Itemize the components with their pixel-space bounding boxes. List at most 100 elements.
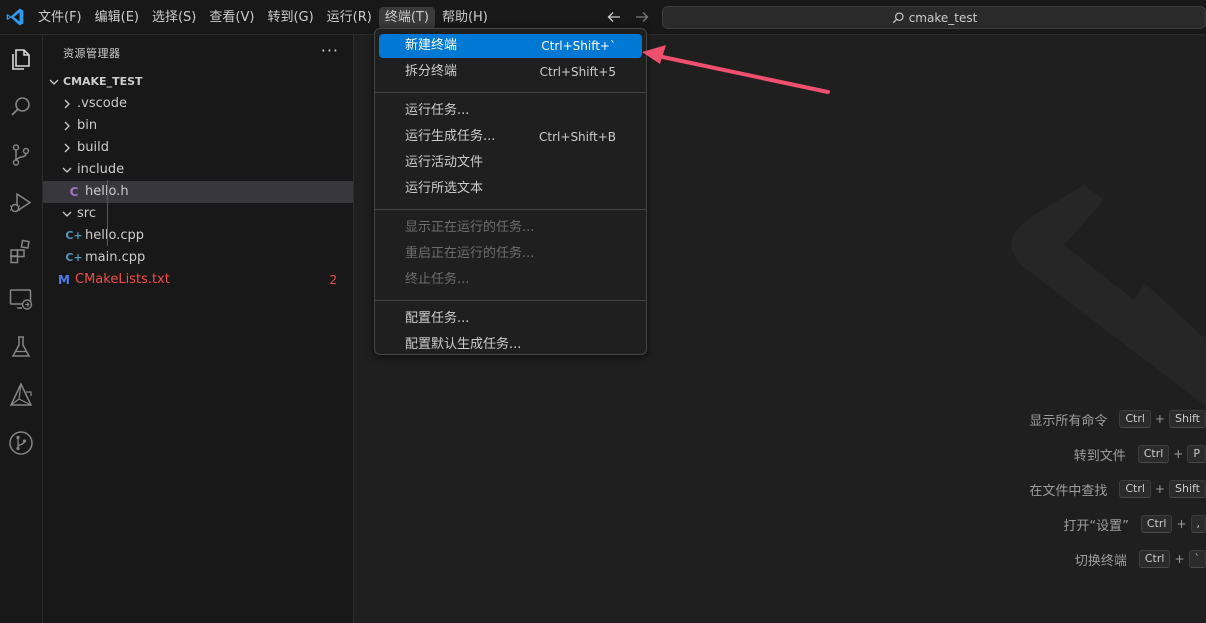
- shortcut-label: 打开“设置”: [1063, 518, 1129, 534]
- menu-item-label: 运行活动文件: [405, 155, 484, 170]
- terminal-menu-item[interactable]: 新建终端 Ctrl+Shift+`: [379, 34, 642, 58]
- menu-item-label: 终止任务...: [405, 272, 470, 287]
- menu-item-label: 拆分终端: [405, 64, 458, 79]
- keycap: Ctrl: [1138, 550, 1171, 568]
- terminal-menu-item[interactable]: 运行活动文件: [379, 151, 642, 175]
- tree-file[interactable]: C+ hello.cpp: [43, 225, 353, 247]
- tree-item-label: main.cpp: [85, 250, 146, 265]
- terminal-menu-item[interactable]: 配置默认生成任务...: [379, 333, 642, 357]
- search-icon: [892, 11, 904, 23]
- menu-item[interactable]: 编辑(E): [89, 7, 145, 29]
- menu-item-label: 配置默认生成任务...: [405, 337, 522, 352]
- tree-item-label: hello.cpp: [85, 228, 144, 243]
- forward-arrow-icon[interactable]: [634, 9, 650, 25]
- menu-item-shortcut: Ctrl+Shift+B: [539, 130, 616, 144]
- tree-item-label: CMakeLists.txt: [75, 272, 170, 287]
- tree-folder[interactable]: .vscode: [43, 93, 353, 115]
- menu-item[interactable]: 转到(G): [261, 7, 319, 29]
- menu-item[interactable]: 文件(F): [32, 7, 88, 29]
- terminal-menu-item[interactable]: 运行所选文本: [379, 177, 642, 201]
- keycap: P: [1187, 445, 1206, 463]
- source-control-icon[interactable]: [7, 141, 35, 169]
- extensions-icon[interactable]: [7, 237, 35, 265]
- tree-item-label: include: [77, 162, 125, 177]
- plus-sign: +: [1176, 517, 1187, 531]
- menu-item-shortcut: Ctrl+Shift+`: [541, 39, 616, 53]
- testing-icon[interactable]: [7, 333, 35, 361]
- menu-separator: [375, 300, 646, 301]
- command-center-text: cmake_test: [908, 10, 978, 25]
- tree-item-label: bin: [77, 118, 98, 133]
- shortcut-label: 在文件中查找: [1029, 483, 1108, 499]
- keycap: Shift: [1168, 410, 1206, 428]
- shortcut-label: 切换终端: [1074, 553, 1127, 569]
- activity-bar: [0, 35, 43, 623]
- more-actions-button[interactable]: ···: [321, 41, 339, 60]
- shortcut-hint: 打开“设置” Ctrl +,: [1063, 514, 1206, 534]
- menu-item[interactable]: 查看(V): [203, 7, 260, 29]
- plus-sign: +: [1154, 412, 1165, 426]
- navigation-arrows: [606, 9, 650, 25]
- tree-item-label: .vscode: [77, 96, 127, 111]
- cmake-icon[interactable]: [7, 381, 35, 409]
- menu-item[interactable]: 运行(R): [321, 7, 378, 29]
- tree-folder[interactable]: src: [43, 203, 353, 225]
- shortcut-label: 转到文件: [1073, 448, 1126, 464]
- git-graph-icon[interactable]: [7, 429, 35, 457]
- terminal-menu-item[interactable]: 运行任务...: [379, 99, 642, 123]
- command-center[interactable]: cmake_test: [662, 6, 1206, 29]
- vscode-logo-icon[interactable]: [5, 7, 25, 27]
- menu-item-label: 配置任务...: [405, 311, 470, 326]
- menu-item[interactable]: 选择(S): [146, 7, 202, 29]
- back-arrow-icon[interactable]: [606, 9, 622, 25]
- cpp-file-icon: C+: [65, 251, 83, 264]
- keycap: Ctrl: [1119, 480, 1151, 498]
- tree-file[interactable]: C+ main.cpp: [43, 247, 353, 269]
- terminal-menu-item[interactable]: 运行生成任务... Ctrl+Shift+B: [379, 125, 642, 149]
- menu-separator: [375, 209, 646, 210]
- terminal-menu-item[interactable]: 拆分终端 Ctrl+Shift+5: [379, 60, 642, 84]
- sidebar-title: 资源管理器: [63, 47, 121, 60]
- problem-count-badge: 2: [329, 273, 337, 287]
- menu-item-label: 重启正在运行的任务...: [405, 246, 535, 261]
- shortcut-hint: 切换终端 Ctrl + `: [1075, 549, 1206, 569]
- menu-item-shortcut: Ctrl+Shift+5: [539, 65, 616, 79]
- menu-item[interactable]: 帮助(H): [436, 7, 494, 29]
- shortcut-hint: 显示所有命令 Ctrl + Shift: [1029, 409, 1206, 429]
- chevron-down-icon: [61, 203, 73, 225]
- tree-item-label: build: [77, 140, 109, 155]
- cpp-file-icon: C+: [65, 229, 83, 242]
- workspace-folder-header[interactable]: CMAKE_TEST: [43, 71, 353, 93]
- terminal-menu-item[interactable]: 配置任务...: [379, 307, 642, 331]
- chevron-right-icon: [61, 93, 73, 115]
- chevron-right-icon: [61, 115, 73, 137]
- menu-item-label: 新建终端: [405, 38, 458, 53]
- tree-file[interactable]: M CMakeLists.txt 2: [43, 269, 353, 291]
- explorer-icon[interactable]: [7, 45, 35, 73]
- terminal-menu-item: 显示正在运行的任务...: [379, 216, 642, 240]
- menu-item[interactable]: 终端(T): [378, 6, 435, 29]
- tree-folder[interactable]: build: [43, 137, 353, 159]
- keycap: `: [1188, 550, 1206, 568]
- search-icon[interactable]: [7, 93, 35, 121]
- chevron-right-icon: [61, 137, 73, 159]
- cmake-file-icon: M: [58, 273, 70, 287]
- explorer-sidebar: 资源管理器 ··· CMAKE_TEST .vscode bin build incl…: [43, 35, 354, 623]
- shortcut-label: 显示所有命令: [1029, 413, 1108, 429]
- keycap: Ctrl: [1140, 515, 1173, 533]
- keycap: ,: [1190, 515, 1206, 533]
- keycap: Ctrl: [1119, 410, 1151, 428]
- remote-explorer-icon[interactable]: [7, 285, 35, 313]
- indent-guide: [107, 180, 108, 246]
- terminal-menu-dropdown: 新建终端 Ctrl+Shift+` 拆分终端 Ctrl+Shift+5 运行任务... 运…: [374, 28, 647, 355]
- menu-item-label: 运行所选文本: [405, 181, 484, 196]
- tree-folder[interactable]: bin: [43, 115, 353, 137]
- tree-folder[interactable]: include: [43, 159, 353, 181]
- run-debug-icon[interactable]: [7, 189, 35, 217]
- plus-sign: +: [1154, 482, 1165, 496]
- shortcut-hint: 转到文件 Ctrl + P: [1074, 444, 1206, 464]
- menu-item-label: 运行任务...: [405, 103, 470, 118]
- menu-item-label: 运行生成任务...: [405, 129, 496, 144]
- tree-file[interactable]: Chello.h: [43, 181, 353, 203]
- annotation-arrow: [642, 45, 830, 94]
